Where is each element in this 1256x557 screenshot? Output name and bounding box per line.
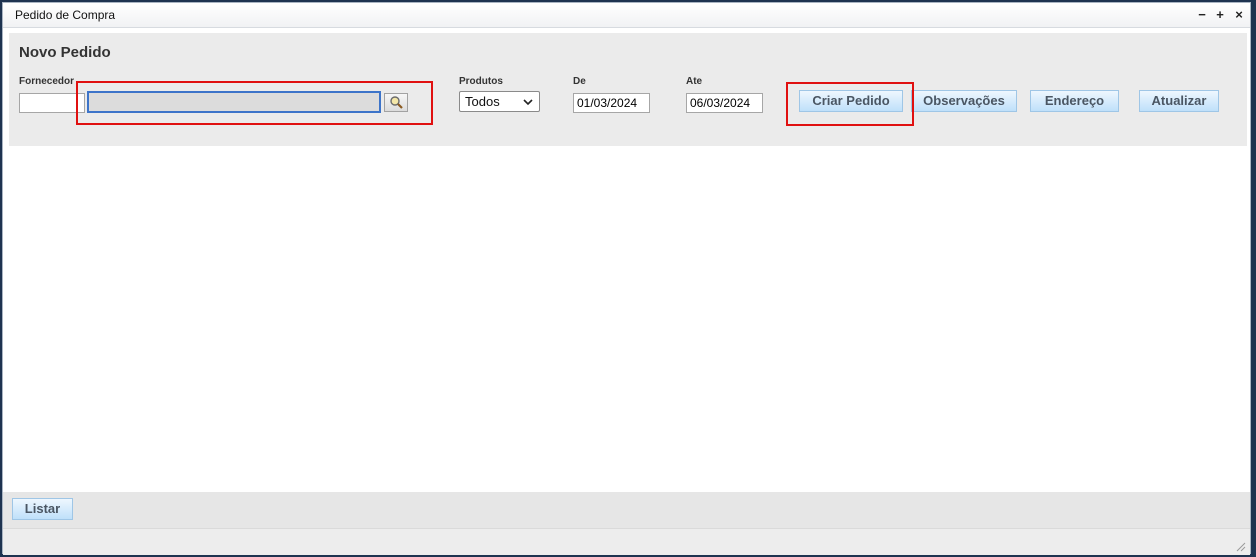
produtos-select[interactable]: Todos bbox=[459, 91, 540, 112]
window-titlebar[interactable]: Pedido de Compra − + × bbox=[3, 3, 1250, 28]
window-title: Pedido de Compra bbox=[15, 8, 116, 22]
resize-grip-icon[interactable] bbox=[1234, 540, 1246, 552]
fornecedor-label: Fornecedor bbox=[19, 76, 75, 87]
atualizar-button[interactable]: Atualizar bbox=[1139, 90, 1219, 112]
panel-title: Novo Pedido bbox=[19, 44, 111, 61]
purchase-order-window: Pedido de Compra − + × Novo Pedido Forne… bbox=[2, 2, 1251, 555]
chevron-down-icon bbox=[523, 99, 533, 106]
observacoes-button[interactable]: Observações bbox=[911, 90, 1017, 112]
de-label: De bbox=[573, 76, 586, 87]
produtos-label: Produtos bbox=[459, 76, 503, 87]
ate-date-input[interactable] bbox=[686, 93, 763, 113]
fornecedor-highlight-box bbox=[76, 81, 433, 125]
produtos-selected-value: Todos bbox=[465, 94, 500, 109]
status-bar bbox=[3, 528, 1250, 555]
listar-button[interactable]: Listar bbox=[12, 498, 73, 520]
criar-pedido-highlight-box bbox=[786, 82, 914, 126]
minimize-icon[interactable]: − bbox=[1195, 8, 1209, 22]
ate-label: Ate bbox=[686, 76, 703, 87]
close-icon[interactable]: × bbox=[1232, 8, 1246, 22]
maximize-icon[interactable]: + bbox=[1213, 8, 1227, 22]
footer-bar: Listar bbox=[3, 492, 1250, 528]
endereco-button[interactable]: Endereço bbox=[1030, 90, 1119, 112]
de-date-input[interactable] bbox=[573, 93, 650, 113]
